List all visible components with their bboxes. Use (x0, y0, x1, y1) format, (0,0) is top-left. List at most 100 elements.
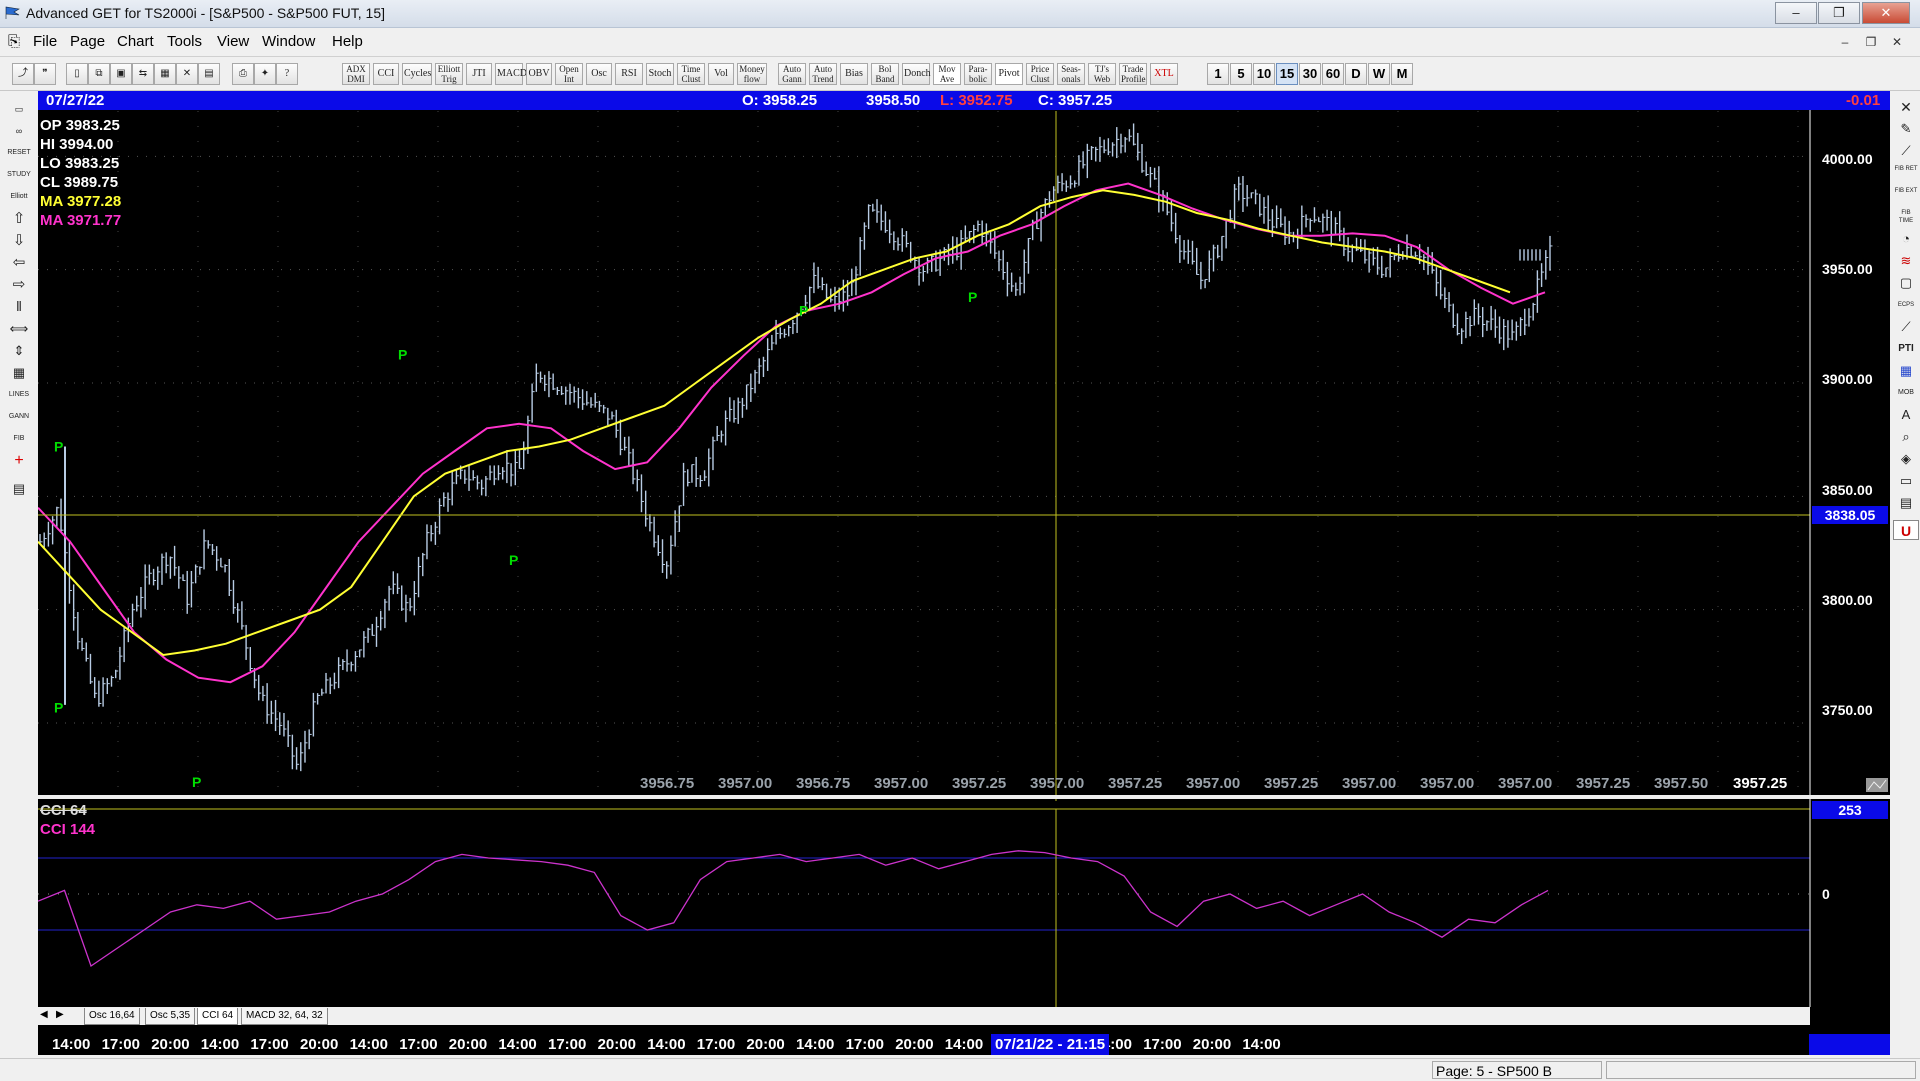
menu-view[interactable]: View (217, 33, 249, 50)
print-icon[interactable]: ⎙ (232, 63, 254, 85)
pti-button[interactable]: PTI (1893, 338, 1919, 358)
notes-icon[interactable]: ▤ (6, 478, 32, 498)
fib-button[interactable]: FIB (6, 428, 32, 448)
timeframe-15-button[interactable]: 15 (1276, 63, 1298, 85)
arrow-down-icon[interactable]: ⇩ (6, 230, 32, 250)
save-icon[interactable]: ▣ (110, 63, 132, 85)
pencil-icon[interactable]: ✎ (1893, 118, 1919, 138)
menu-file[interactable]: File (33, 33, 57, 50)
toolbar-bias-button[interactable]: Bias (840, 63, 868, 85)
menu-window[interactable]: Window (262, 33, 315, 50)
scroll-grip-icon[interactable] (1866, 778, 1888, 792)
toolbar-macd-button[interactable]: MACD (495, 63, 527, 85)
fan-icon[interactable]: ◔ (1893, 228, 1919, 248)
toolbar-obv-button[interactable]: OBV (526, 63, 552, 85)
arrow-up-icon[interactable]: ⇧ (6, 208, 32, 228)
timeframe-5-button[interactable]: 5 (1230, 63, 1252, 85)
tab-osc-5-35[interactable]: Osc 5,35 (145, 1008, 196, 1025)
timeframe-10-button[interactable]: 10 (1253, 63, 1275, 85)
tab-scroll-left-icon[interactable]: ◀ (40, 1009, 48, 1020)
toolbar-stoch-button[interactable]: Stoch (646, 63, 674, 85)
gann-button[interactable]: GANN (6, 406, 32, 426)
toolbar-seasonals-button[interactable]: Seas-onals (1057, 63, 1085, 85)
tab-scroll-right-icon[interactable]: ▶ (56, 1009, 64, 1020)
toolbar-vol-button[interactable]: Vol (708, 63, 734, 85)
toolbar-osc-button[interactable]: Osc (586, 63, 612, 85)
grid-icon[interactable]: ▦ (154, 63, 176, 85)
toolbar-open-int-button[interactable]: Open Int (555, 63, 583, 85)
new-page-icon[interactable]: ▯ (66, 63, 88, 85)
quote-icon[interactable]: ❞ (34, 63, 56, 85)
layout-icon[interactable]: ▤ (198, 63, 220, 85)
menu-tools[interactable]: Tools (167, 33, 202, 50)
close-drawing-icon[interactable]: ✕ (1893, 96, 1919, 116)
notepad-icon[interactable]: ▤ (1893, 492, 1919, 512)
toolbar-time-clust-button[interactable]: Time Clust (677, 63, 705, 85)
delete-icon[interactable]: ✕ (176, 63, 198, 85)
cursor-tool-icon[interactable]: ⤴ (12, 63, 34, 85)
mob-button[interactable]: MOB (1893, 382, 1919, 402)
mdi-close-button[interactable]: ✕ (1886, 32, 1908, 52)
table-icon[interactable]: ▦ (6, 362, 32, 382)
toolbar-money-flow-button[interactable]: Money flow (737, 63, 767, 85)
chart-canvas[interactable]: P P P P P P P (38, 91, 1890, 1036)
tab-osc-16-64[interactable]: Osc 16,64 (84, 1008, 140, 1025)
toolbar-price-clust-button[interactable]: Price Clust (1026, 63, 1054, 85)
lightbulb-icon[interactable]: ✦ (254, 63, 276, 85)
timeframe-30-button[interactable]: 30 (1299, 63, 1321, 85)
toolbar-cci-button[interactable]: CCI (373, 63, 399, 85)
timeframe-M-button[interactable]: M (1391, 63, 1413, 85)
text-tool-button[interactable]: A (1893, 404, 1919, 424)
timeframe-1-button[interactable]: 1 (1207, 63, 1229, 85)
vertical-zoom-icon[interactable]: ⇕ (6, 340, 32, 360)
toolbar-bol-band-button[interactable]: Bol Band (871, 63, 899, 85)
toolbar-pivot-button[interactable]: Pivot (995, 63, 1023, 85)
link-icon[interactable]: ⇆ (132, 63, 154, 85)
menu-chart[interactable]: Chart (117, 33, 154, 50)
arrow-right-icon[interactable]: ⇨ (6, 274, 32, 294)
ruler-icon[interactable]: ▭ (1893, 470, 1919, 490)
tab-cci-64[interactable]: CCI 64 (197, 1008, 239, 1025)
box-icon[interactable]: ▢ (1893, 272, 1919, 292)
menu-help[interactable]: Help (332, 33, 363, 50)
gann-fan-icon[interactable]: ⟋ (1893, 316, 1919, 336)
close-button[interactable]: ✕ (1862, 2, 1910, 24)
toolbar-rsi-button[interactable]: RSI (615, 63, 643, 85)
reset-button[interactable]: RESET (6, 142, 32, 162)
toolbar-auto-trend-button[interactable]: Auto Trend (809, 63, 837, 85)
binoculars-icon[interactable]: ∞ (6, 120, 32, 140)
undo-button[interactable]: U (1893, 520, 1919, 540)
toolbar-trade-profile-button[interactable]: Trade Profile (1119, 63, 1147, 85)
timeframe-W-button[interactable]: W (1368, 63, 1390, 85)
crosshair-icon[interactable]: + (6, 450, 32, 470)
toolbar-mov-ave-button[interactable]: Mov Ave (933, 63, 961, 85)
toolbar-tjs-web-button[interactable]: TJ's Web (1088, 63, 1116, 85)
toolbar-jti-button[interactable]: JTI (466, 63, 492, 85)
elliott-button[interactable]: Elliott (6, 186, 32, 206)
arrow-left-icon[interactable]: ⇦ (6, 252, 32, 272)
study-button[interactable]: STUDY (6, 164, 32, 184)
ecps-button[interactable]: ECPS (1893, 294, 1919, 314)
print-chart-icon[interactable]: ▭ (6, 98, 32, 118)
eraser-icon[interactable]: ◈ (1893, 448, 1919, 468)
maximize-button[interactable]: ❐ (1818, 2, 1860, 24)
magnify-icon[interactable]: ⌕ (1893, 426, 1919, 446)
help-pointer-icon[interactable]: ? (276, 63, 298, 85)
mdi-restore-button[interactable]: ❐ (1860, 32, 1882, 52)
toolbar-adx-button[interactable]: ADX DMI (342, 63, 370, 85)
mdi-minimize-button[interactable]: – (1834, 32, 1856, 52)
minimize-button[interactable]: – (1775, 2, 1817, 24)
fib-time-button[interactable]: FIB TIME (1893, 206, 1919, 226)
horizontal-zoom-icon[interactable]: ⟺ (6, 318, 32, 338)
fib-ext-button[interactable]: FIB EXT (1893, 184, 1919, 204)
copy-icon[interactable]: ⧉ (88, 63, 110, 85)
bar-compress-icon[interactable]: ⫴ (6, 296, 32, 316)
tab-macd-32-64-32[interactable]: MACD 32, 64, 32 (241, 1008, 328, 1025)
toolbar-para-bolic-button[interactable]: Para-bolic (964, 63, 992, 85)
toolbar-donch-button[interactable]: Donch (902, 63, 931, 85)
timeframe-D-button[interactable]: D (1345, 63, 1367, 85)
grid-tool-icon[interactable]: ▦ (1893, 360, 1919, 380)
toolbar-xtl-button[interactable]: XTL (1150, 63, 1178, 85)
lines-button[interactable]: LINES (6, 384, 32, 404)
fib-ret-button[interactable]: FIB RET (1893, 162, 1919, 182)
